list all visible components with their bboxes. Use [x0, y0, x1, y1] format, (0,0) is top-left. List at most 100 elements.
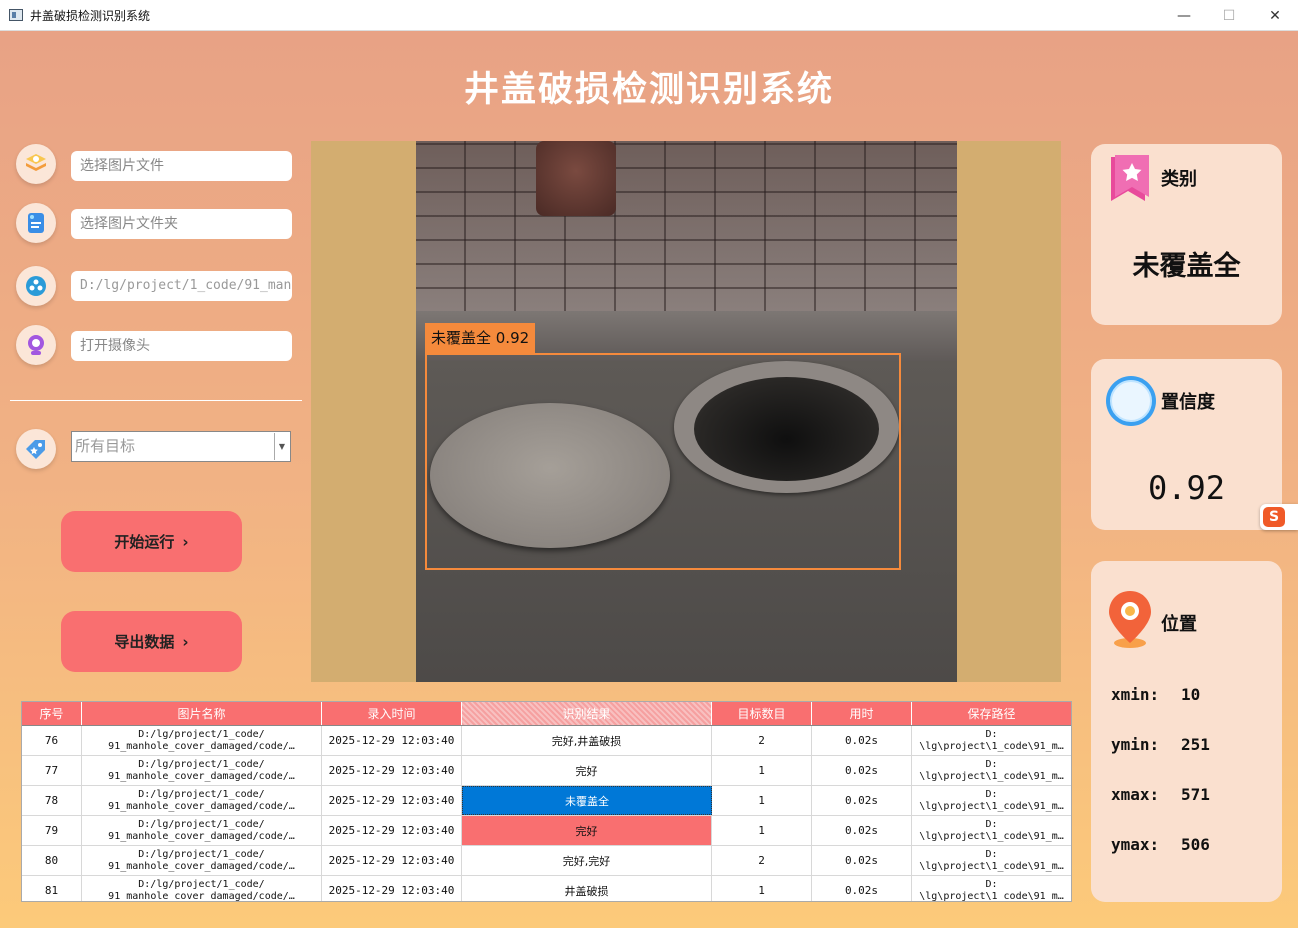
image-file-icon[interactable] [16, 144, 56, 184]
cell-count[interactable]: 1 [712, 816, 812, 845]
table-row[interactable]: 81 D:/lg/project/1_code/91_manhole_cover_… [22, 876, 1071, 902]
cell-index[interactable]: 78 [22, 786, 82, 815]
cell-image-name-line2: 91_manhole_cover_damaged/code/… [108, 740, 295, 752]
header-duration[interactable]: 用时 [812, 702, 912, 725]
video-path-input[interactable]: D:/lg/project/1_code/91_manhole_cover_da… [71, 271, 292, 301]
table-row[interactable]: 76 D:/lg/project/1_code/91_manhole_cover_… [22, 726, 1071, 756]
cell-image-name-line2: 91_manhole_cover_damaged/code/… [108, 860, 295, 872]
cell-result[interactable]: 完好 [462, 816, 712, 845]
header-time[interactable]: 录入时间 [322, 702, 462, 725]
start-button[interactable]: 开始运行 › [61, 511, 242, 572]
maximize-button[interactable]: ☐ [1206, 0, 1252, 31]
header-result[interactable]: 识别结果 [462, 702, 712, 725]
cell-time[interactable]: 2025-12-29 12:03:40 [322, 816, 462, 845]
table-row[interactable]: 77 D:/lg/project/1_code/91_manhole_cover_… [22, 756, 1071, 786]
target-select[interactable]: 所有目标 ▼ [71, 431, 291, 462]
ime-logo: S [1263, 507, 1285, 527]
cell-duration[interactable]: 0.02s [812, 846, 912, 875]
image-folder-input[interactable]: 选择图片文件夹 [71, 209, 292, 239]
bookmark-star-icon [1111, 155, 1149, 201]
cell-count[interactable]: 1 [712, 786, 812, 815]
cell-count[interactable]: 1 [712, 876, 812, 901]
cell-save-path[interactable]: D: \lg\project\1_code\91_m… [912, 846, 1071, 875]
table-row[interactable]: 80 D:/lg/project/1_code/91_manhole_cover_… [22, 846, 1071, 876]
location-pin-icon [1109, 591, 1151, 648]
cell-image-name-line2: 91_manhole_cover_damaged/code/… [108, 890, 295, 902]
video-file-icon[interactable] [16, 266, 56, 306]
cell-save-path[interactable]: D: \lg\project\1_code\91_m… [912, 816, 1071, 845]
cell-save-path-line2: \lg\project\1_code\91_m… [919, 740, 1064, 752]
header-image-name[interactable]: 图片名称 [82, 702, 322, 725]
xmin-row: xmin: 10 [1111, 685, 1200, 704]
cell-count[interactable]: 1 [712, 756, 812, 785]
ymin-label: ymin: [1111, 735, 1160, 754]
cell-result[interactable]: 未覆盖全 [462, 786, 712, 815]
header-index[interactable]: 序号 [22, 702, 82, 725]
cell-duration[interactable]: 0.02s [812, 816, 912, 845]
minimize-button[interactable]: — [1161, 0, 1207, 31]
cell-count[interactable]: 2 [712, 846, 812, 875]
cell-result[interactable]: 完好,完好 [462, 846, 712, 875]
cell-index[interactable]: 76 [22, 726, 82, 755]
confidence-value: 0.92 [1147, 469, 1226, 507]
class-card: 类别 未覆盖全 [1091, 144, 1282, 325]
cell-index[interactable]: 81 [22, 876, 82, 901]
cell-result[interactable]: 完好,井盖破损 [462, 726, 712, 755]
cell-time[interactable]: 2025-12-29 12:03:40 [322, 756, 462, 785]
cell-image-name[interactable]: D:/lg/project/1_code/91_manhole_cover_da… [82, 816, 322, 845]
cell-save-path[interactable]: D: \lg\project\1_code\91_m… [912, 726, 1071, 755]
header-save-path[interactable]: 保存路径 [912, 702, 1071, 725]
camera-icon[interactable] [16, 325, 56, 365]
cell-count[interactable]: 2 [712, 726, 812, 755]
ymin-value: 251 [1181, 735, 1210, 754]
ymax-row: ymax: 506 [1111, 835, 1210, 854]
header-count[interactable]: 目标数目 [712, 702, 812, 725]
cell-time[interactable]: 2025-12-29 12:03:40 [322, 786, 462, 815]
xmax-row: xmax: 571 [1111, 785, 1210, 804]
detection-image: 未覆盖全 0.92 [416, 141, 957, 682]
cell-duration[interactable]: 0.02s [812, 786, 912, 815]
cell-save-path-line1: D: [985, 848, 998, 860]
camera-input[interactable]: 打开摄像头 [71, 331, 292, 361]
cell-image-name[interactable]: D:/lg/project/1_code/91_manhole_cover_da… [82, 786, 322, 815]
image-viewer: 未覆盖全 0.92 [311, 141, 1061, 682]
table-row[interactable]: 78 D:/lg/project/1_code/91_manhole_cover_… [22, 786, 1071, 816]
ymin-row: ymin: 251 [1111, 735, 1210, 754]
image-file-input[interactable]: 选择图片文件 [71, 151, 292, 181]
cell-index[interactable]: 77 [22, 756, 82, 785]
cell-duration[interactable]: 0.02s [812, 726, 912, 755]
ime-toolbar-icon[interactable]: S [1260, 504, 1298, 530]
chevron-right-icon: › [182, 532, 189, 551]
cell-save-path-line2: \lg\project\1_code\91_m… [919, 890, 1064, 902]
cell-time[interactable]: 2025-12-29 12:03:40 [322, 846, 462, 875]
results-table[interactable]: 序号 图片名称 录入时间 识别结果 目标数目 用时 保存路径 76 D:/lg/p… [21, 701, 1072, 902]
cell-result[interactable]: 井盖破损 [462, 876, 712, 901]
cell-save-path[interactable]: D: \lg\project\1_code\91_m… [912, 786, 1071, 815]
start-button-label: 开始运行 [114, 533, 175, 551]
cell-image-name[interactable]: D:/lg/project/1_code/91_manhole_cover_da… [82, 876, 322, 902]
confidence-title: 置信度 [1161, 392, 1215, 413]
cell-duration[interactable]: 0.02s [812, 756, 912, 785]
cell-image-name[interactable]: D:/lg/project/1_code/91_manhole_cover_da… [82, 756, 322, 785]
cell-index[interactable]: 79 [22, 816, 82, 845]
class-title: 类别 [1161, 169, 1197, 190]
cell-image-name-line1: D:/lg/project/1_code/ [138, 758, 265, 770]
close-button[interactable]: ✕ [1252, 0, 1298, 31]
cell-image-name[interactable]: D:/lg/project/1_code/91_manhole_cover_da… [82, 846, 322, 875]
table-row[interactable]: 79 D:/lg/project/1_code/91_manhole_cover_… [22, 816, 1071, 846]
export-button[interactable]: 导出数据 › [61, 611, 242, 672]
cell-index[interactable]: 80 [22, 846, 82, 875]
cell-result[interactable]: 完好 [462, 756, 712, 785]
ymax-value: 506 [1181, 835, 1210, 854]
cell-time[interactable]: 2025-12-29 12:03:40 [322, 726, 462, 755]
xmax-label: xmax: [1111, 785, 1160, 804]
cell-duration[interactable]: 0.02s [812, 876, 912, 901]
image-folder-icon[interactable] [16, 203, 56, 243]
cell-save-path-line1: D: [985, 818, 998, 830]
cell-save-path[interactable]: D: \lg\project\1_code\91_m… [912, 876, 1071, 902]
cell-time[interactable]: 2025-12-29 12:03:40 [322, 876, 462, 901]
cell-save-path[interactable]: D: \lg\project\1_code\91_m… [912, 756, 1071, 785]
chevron-down-icon[interactable]: ▼ [274, 433, 289, 460]
cell-save-path-line2: \lg\project\1_code\91_m… [919, 830, 1064, 842]
cell-image-name[interactable]: D:/lg/project/1_code/91_manhole_cover_da… [82, 726, 322, 755]
